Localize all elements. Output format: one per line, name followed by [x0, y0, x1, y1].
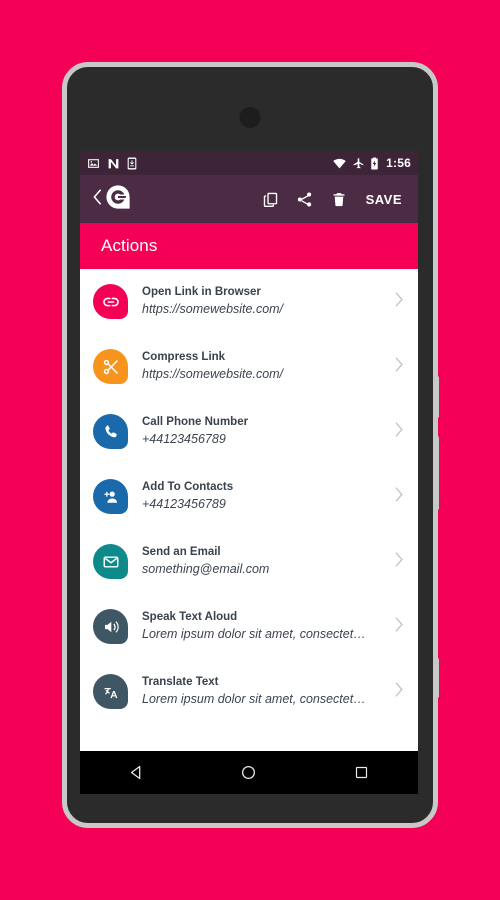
phone-icon — [93, 414, 128, 449]
nav-home-circle-icon[interactable] — [226, 751, 272, 794]
action-row[interactable]: Translate Text Lorem ipsum dolor sit amet… — [80, 659, 418, 724]
action-title: Compress Link — [142, 351, 226, 363]
action-text: Compress Link https://somewebsite.com/ — [128, 350, 393, 383]
download-to-device-icon — [127, 157, 137, 169]
chevron-right-icon — [393, 421, 404, 443]
action-row[interactable]: Speak Text Aloud Lorem ipsum dolor sit am… — [80, 594, 418, 659]
translate-icon — [93, 674, 128, 709]
action-text: Translate Text Lorem ipsum dolor sit amet… — [128, 675, 393, 708]
action-subtitle: Lorem ipsum dolor sit amet, consectet… — [142, 692, 366, 706]
action-list[interactable]: Open Link in Browser https://somewebsite.… — [80, 269, 418, 751]
chevron-right-icon — [393, 551, 404, 573]
action-subtitle: Lorem ipsum dolor sit amet, consectet… — [142, 627, 366, 641]
action-text: Send an Email something@email.com — [128, 545, 393, 578]
android-n-icon — [108, 158, 119, 168]
android-nav-bar — [80, 751, 418, 794]
section-header: Actions — [80, 223, 418, 269]
action-title: Open Link in Browser — [142, 286, 261, 298]
save-button[interactable]: SAVE — [356, 192, 406, 207]
action-row[interactable]: Compress Link https://somewebsite.com/ — [80, 334, 418, 399]
wifi-icon — [333, 158, 346, 168]
app-bar: SAVE — [80, 175, 418, 223]
status-bar-clock: 1:56 — [386, 156, 411, 170]
phone-screen: 1:56 SAVE Actions Open Link in Browser h… — [80, 151, 418, 751]
image-icon — [88, 158, 99, 168]
action-subtitle: +44123456789 — [142, 432, 226, 446]
front-camera-dot — [239, 107, 261, 128]
copy-icon[interactable] — [254, 182, 288, 216]
status-bar: 1:56 — [80, 151, 418, 175]
share-icon[interactable] — [288, 182, 322, 216]
action-subtitle: +44123456789 — [142, 497, 226, 511]
action-row[interactable]: Add To Contacts +44123456789 — [80, 464, 418, 529]
speaker-icon — [93, 609, 128, 644]
nav-recents-square-icon[interactable] — [339, 751, 385, 794]
back-chevron-icon[interactable] — [92, 188, 103, 211]
chevron-right-icon — [393, 681, 404, 703]
status-bar-right-icons: 1:56 — [332, 156, 411, 170]
action-title: Speak Text Aloud — [142, 611, 238, 623]
action-subtitle: https://somewebsite.com/ — [142, 367, 284, 381]
action-subtitle: something@email.com — [142, 562, 270, 576]
delete-icon[interactable] — [322, 182, 356, 216]
action-title: Call Phone Number — [142, 416, 249, 428]
envelope-icon — [93, 544, 128, 579]
phone-frame: 1:56 SAVE Actions Open Link in Browser h… — [62, 62, 439, 828]
action-row[interactable]: Send an Email something@email.com — [80, 529, 418, 594]
action-text: Add To Contacts +44123456789 — [128, 480, 393, 513]
volume-button[interactable] — [433, 435, 439, 511]
chevron-right-icon — [393, 291, 404, 313]
status-bar-left-icons — [87, 157, 137, 170]
app-logo-icon[interactable] — [105, 184, 131, 215]
airplane-mode-icon — [353, 157, 364, 168]
chevron-right-icon — [393, 356, 404, 378]
nav-back-triangle-icon[interactable] — [113, 751, 159, 794]
action-title: Send an Email — [142, 546, 221, 558]
battery-charging-icon — [371, 157, 378, 169]
action-row[interactable]: Call Phone Number +44123456789 — [80, 399, 418, 464]
action-title: Add To Contacts — [142, 481, 234, 493]
link-icon — [93, 284, 128, 319]
person-add-icon — [93, 479, 128, 514]
action-row[interactable]: Open Link in Browser https://somewebsite.… — [80, 269, 418, 334]
action-text: Call Phone Number +44123456789 — [128, 415, 393, 448]
chevron-right-icon — [393, 616, 404, 638]
power-button[interactable] — [433, 375, 439, 419]
action-text: Open Link in Browser https://somewebsite.… — [128, 285, 393, 318]
action-subtitle: https://somewebsite.com/ — [142, 302, 284, 316]
page-title: Actions — [101, 236, 158, 255]
action-title: Translate Text — [142, 676, 219, 688]
action-text: Speak Text Aloud Lorem ipsum dolor sit am… — [128, 610, 393, 643]
scissors-icon — [93, 349, 128, 384]
chevron-right-icon — [393, 486, 404, 508]
sim-tray[interactable] — [433, 657, 439, 699]
